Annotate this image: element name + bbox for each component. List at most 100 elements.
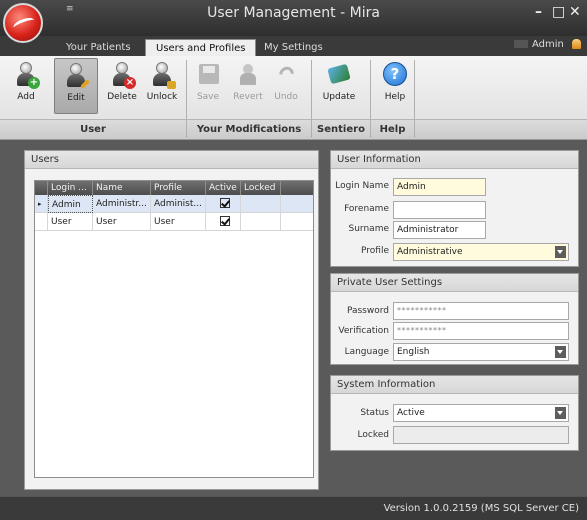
update-button-label: Update	[322, 92, 356, 102]
app-logo[interactable]	[3, 3, 43, 43]
profile-value: Administrative	[397, 247, 463, 257]
column-header-name[interactable]: Name	[93, 181, 151, 195]
password-label: Password	[346, 306, 389, 316]
undo-icon	[273, 62, 299, 88]
user-information-panel: User Information Login Name Admin Forena…	[330, 150, 579, 267]
profile-select[interactable]: Administrative	[393, 243, 569, 261]
minimize-button[interactable]: –	[535, 4, 542, 20]
cell-name[interactable]: Administr...	[93, 195, 151, 213]
users-grid[interactable]: Login ... Name Profile Active Locked ▸ A…	[34, 180, 314, 478]
chevron-down-icon[interactable]	[555, 246, 566, 258]
user-badge-icon	[513, 40, 528, 48]
help-icon: ?	[382, 62, 408, 88]
language-value: English	[397, 347, 430, 357]
row-indicator-icon: ▸	[35, 195, 48, 213]
add-user-icon: +	[13, 62, 40, 89]
revert-icon	[235, 62, 261, 88]
chevron-down-icon[interactable]	[555, 407, 566, 419]
help-button-label: Help	[384, 92, 406, 102]
table-row[interactable]: User User User	[35, 213, 313, 231]
group-label-help: Help	[371, 119, 414, 139]
update-button[interactable]: Update	[317, 58, 361, 114]
users-panel-title: Users	[25, 151, 318, 169]
grid-header: Login ... Name Profile Active Locked	[35, 181, 313, 195]
active-checkbox[interactable]	[219, 216, 230, 226]
status-value: Active	[397, 408, 425, 418]
unlock-button[interactable]: Unlock	[140, 58, 184, 114]
profile-label: Profile	[361, 246, 389, 256]
edit-user-icon	[63, 63, 90, 89]
update-icon	[326, 62, 352, 88]
system-information-title: System Information	[331, 376, 578, 394]
undo-button[interactable]: Undo	[264, 58, 308, 114]
password-field[interactable]: ***********	[393, 302, 569, 320]
group-label-your-modifications: Your Modifications	[187, 119, 311, 139]
system-information-panel: System Information Status Active Locked	[330, 375, 579, 451]
undo-button-label: Undo	[274, 92, 298, 102]
delete-button[interactable]: × Delete	[100, 58, 144, 114]
login-name-field[interactable]: Admin	[393, 178, 486, 196]
current-user-label: Admin	[531, 39, 564, 50]
language-select[interactable]: English	[393, 343, 569, 361]
cell-login[interactable]: User	[48, 213, 93, 231]
ribbon-tabs: Your Patients Users and Profiles My Sett…	[0, 36, 587, 56]
user-person-icon	[572, 39, 581, 49]
surname-field[interactable]: Administrator	[393, 221, 486, 239]
save-button[interactable]: Save	[186, 58, 230, 114]
add-button-label: Add	[17, 92, 35, 102]
table-row[interactable]: ▸ Admin Administr... Administ...	[35, 195, 313, 213]
language-label: Language	[344, 347, 389, 357]
cell-locked[interactable]	[241, 213, 281, 231]
save-icon	[195, 62, 221, 88]
status-bar: Version 1.0.0.2159 (MS SQL Server CE)	[0, 496, 587, 520]
unlock-button-label: Unlock	[146, 92, 178, 102]
status-select[interactable]: Active	[393, 404, 569, 422]
version-text: Version 1.0.0.2159 (MS SQL Server CE)	[383, 503, 579, 514]
group-label-sentiero: Sentiero	[312, 119, 370, 139]
cell-name[interactable]: User	[93, 213, 151, 231]
current-user[interactable]: Admin	[513, 39, 581, 50]
save-button-label: Save	[196, 92, 220, 102]
cell-login[interactable]: Admin	[48, 195, 93, 213]
tab-my-settings[interactable]: My Settings	[254, 39, 333, 56]
title-bar: ≡ User Management - Mira – □ ✕	[0, 0, 587, 36]
tab-users-and-profiles[interactable]: Users and Profiles	[145, 39, 257, 56]
locked-label: Locked	[357, 430, 389, 440]
row-indicator	[35, 213, 48, 231]
window-title: User Management - Mira	[207, 5, 380, 21]
forename-label: Forename	[344, 204, 389, 214]
column-header-locked[interactable]: Locked	[241, 181, 281, 195]
column-header-login[interactable]: Login ...	[48, 181, 93, 195]
unlock-user-icon	[149, 62, 176, 89]
row-indicator-header	[35, 181, 48, 195]
user-information-title: User Information	[331, 151, 578, 169]
column-header-active[interactable]: Active	[206, 181, 241, 195]
ribbon: + Add Edit × Delete Unlock Save Revert U…	[0, 56, 587, 140]
users-panel: Users Login ... Name Profile Active Lock…	[24, 150, 319, 490]
forename-field[interactable]	[393, 201, 486, 219]
column-header-profile[interactable]: Profile	[151, 181, 206, 195]
active-checkbox[interactable]	[219, 198, 230, 208]
status-label: Status	[360, 408, 389, 418]
help-button[interactable]: ? Help	[373, 58, 417, 114]
verification-field[interactable]: ***********	[393, 322, 569, 340]
cell-profile[interactable]: User	[151, 213, 206, 231]
add-button[interactable]: + Add	[4, 58, 48, 114]
delete-button-label: Delete	[107, 92, 137, 102]
login-name-label: Login Name	[335, 181, 389, 191]
chevron-down-icon[interactable]	[555, 346, 566, 358]
edit-button-label: Edit	[67, 93, 85, 103]
surname-label: Surname	[348, 224, 389, 234]
group-label-user: User	[0, 119, 186, 139]
tab-your-patients[interactable]: Your Patients	[56, 39, 141, 56]
cell-active[interactable]	[206, 195, 241, 213]
maximize-button[interactable]: □	[552, 4, 565, 20]
locked-field	[393, 426, 569, 444]
cell-profile[interactable]: Administ...	[151, 195, 206, 213]
main-area: Users Login ... Name Profile Active Lock…	[0, 140, 587, 496]
cell-active[interactable]	[206, 213, 241, 231]
edit-button[interactable]: Edit	[54, 58, 98, 114]
close-button[interactable]: ✕	[569, 4, 581, 20]
private-settings-panel: Private User Settings Password *********…	[330, 273, 579, 365]
cell-locked[interactable]	[241, 195, 281, 213]
